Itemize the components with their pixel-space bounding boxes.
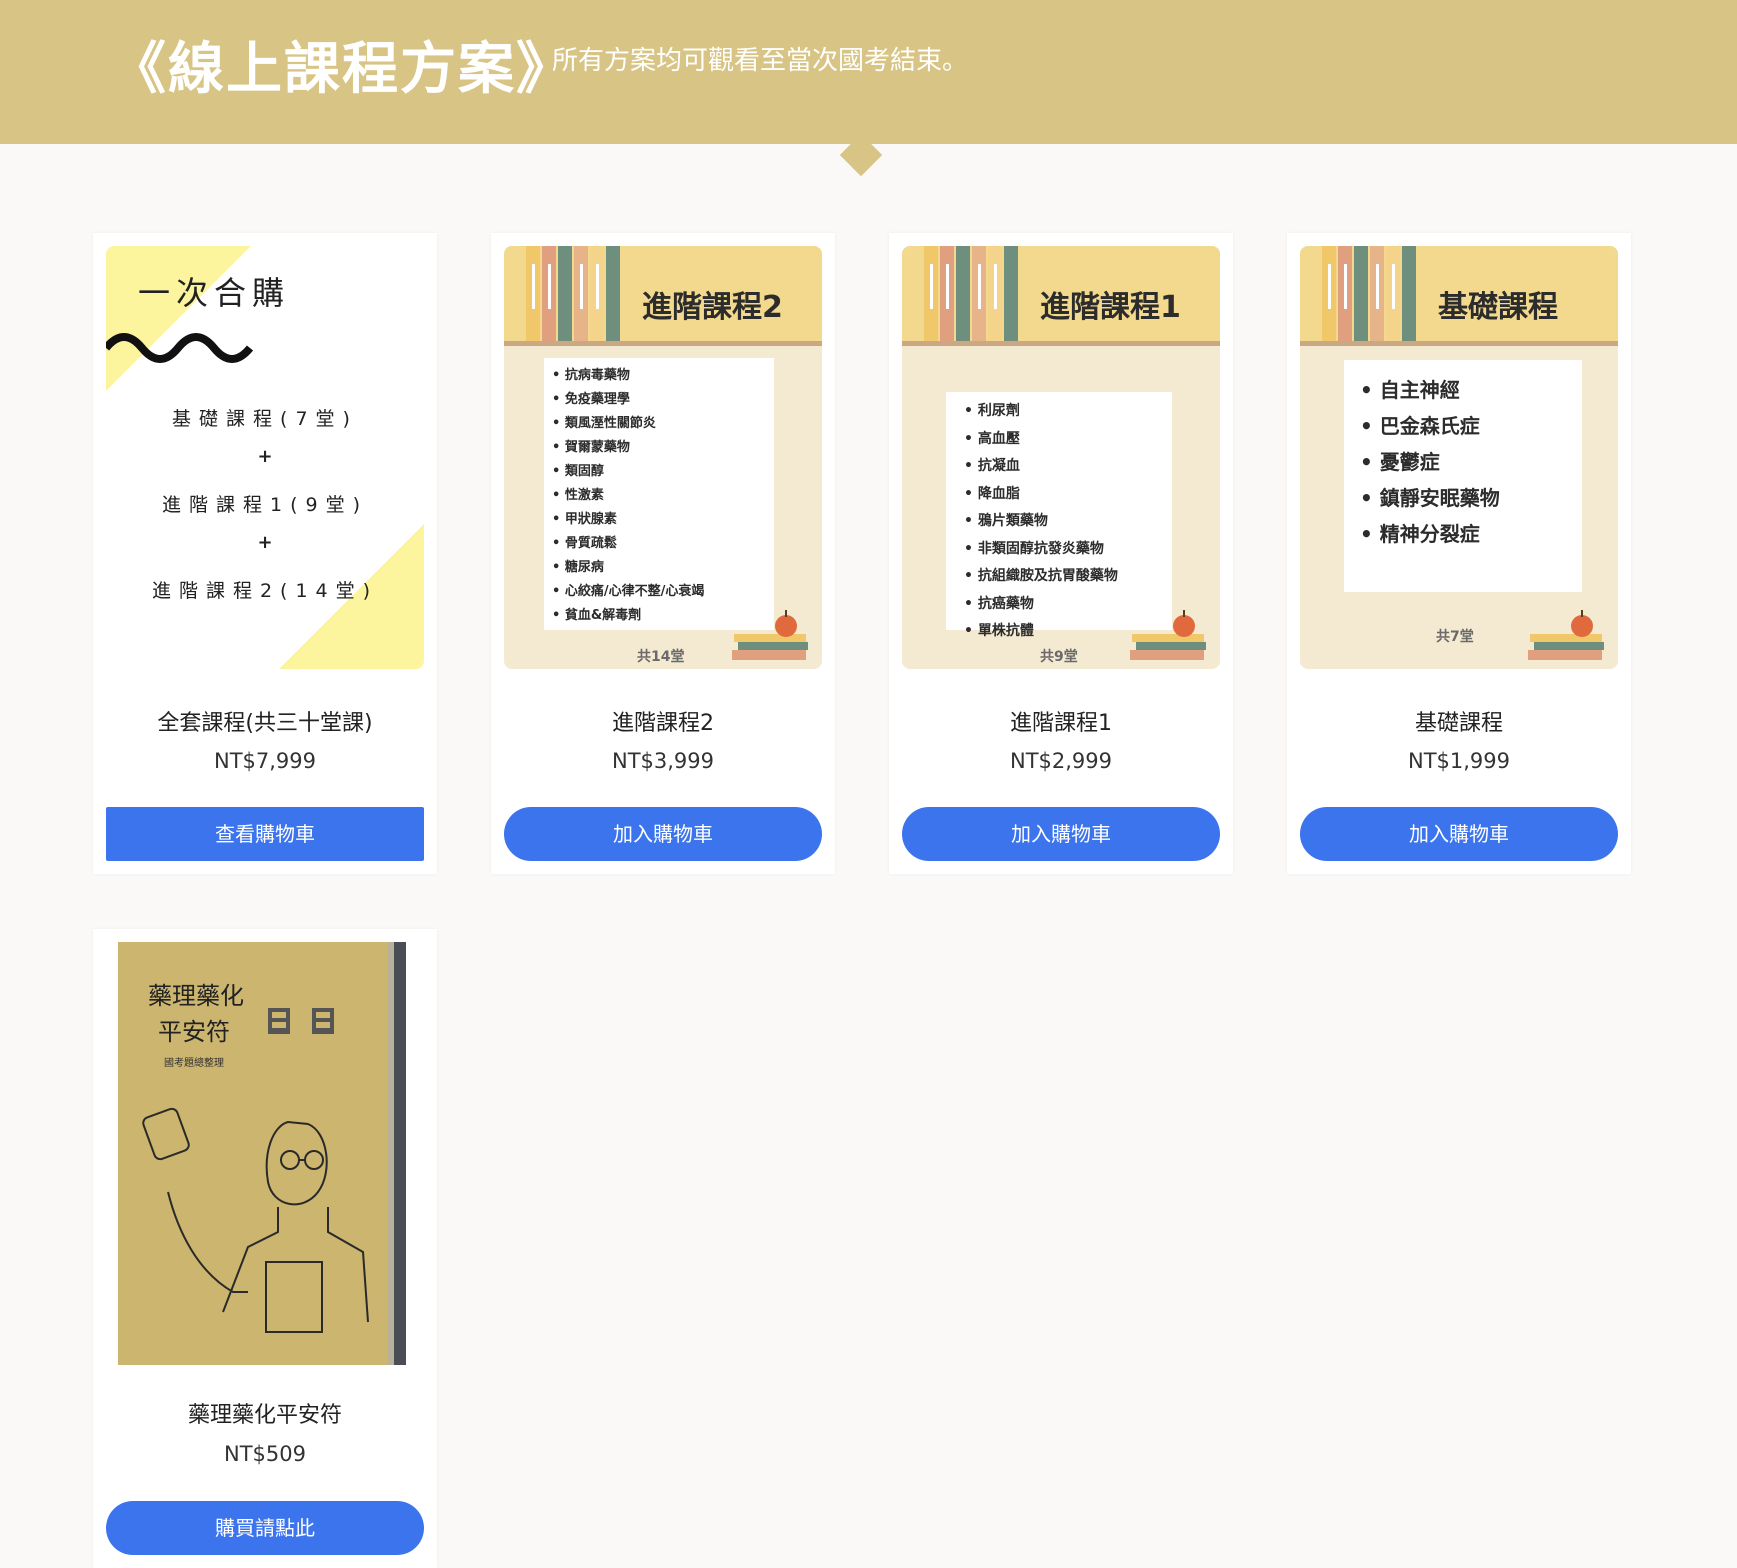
book-held-icon <box>265 1261 323 1333</box>
course-topic: • 憂鬱症 <box>1360 450 1440 474</box>
bundle-line: 進階課程1(9堂) <box>161 494 368 516</box>
course-topic: • 高血壓 <box>964 430 1020 447</box>
course-topic: • 甲狀腺素 <box>552 512 617 527</box>
product-card-advanced-2: 進階課程2 • 抗病毒藥物 • 免疫藥理學 • 類風溼性關節炎 • 賀爾蒙藥物 … <box>491 233 835 874</box>
apple-books-icon <box>1130 610 1206 660</box>
lesson-count: 共14堂 <box>637 649 685 665</box>
course-topic: • 巴金森氏症 <box>1360 414 1480 438</box>
bundle-plus: + <box>257 446 273 467</box>
shelf-rule <box>1300 341 1618 346</box>
course-topic: • 抗凝血 <box>964 458 1020 474</box>
add-to-cart-button[interactable]: 加入購物車 <box>902 807 1220 861</box>
product-price: NT$7,999 <box>213 749 317 773</box>
product-name[interactable]: 藥理藥化平安符 <box>93 1397 437 1429</box>
course-topic-list: • 抗病毒藥物 • 免疫藥理學 • 類風溼性關節炎 • 賀爾蒙藥物 • 類固醇 … <box>552 364 704 628</box>
product-image-advanced-2[interactable]: 進階課程2 • 抗病毒藥物 • 免疫藥理學 • 類風溼性關節炎 • 賀爾蒙藥物 … <box>504 246 822 669</box>
course-topic: • 糖尿病 <box>552 560 604 575</box>
course-topic: • 貧血&解毒劑 <box>552 608 642 623</box>
book-title: 藥理藥化 平安符 <box>148 978 244 1050</box>
product-price: NT$1,999 <box>1407 749 1511 773</box>
course-topic: • 自主神經 <box>1360 378 1460 402</box>
product-name[interactable]: 基礎課程 <box>1287 705 1631 737</box>
view-cart-button[interactable]: 查看購物車 <box>106 807 424 861</box>
books-shelf-icon <box>1322 246 1416 341</box>
course-topic: • 抗癌藥物 <box>964 595 1034 612</box>
book-title-line: 平安符 <box>158 1018 230 1046</box>
product-card-bundle: 一次合購 基礎課程(7堂) + 進階課程1(9堂) + 進階課程2(14堂) 全… <box>93 233 437 874</box>
course-topic: • 抗病毒藥物 <box>552 368 630 383</box>
course-topic: • 骨質疏鬆 <box>552 536 617 551</box>
product-image-book[interactable]: 藥理藥化 平安符 國考題總整理 <box>118 942 406 1365</box>
product-image-bundle[interactable]: 一次合購 基礎課程(7堂) + 進階課程1(9堂) + 進階課程2(14堂) <box>106 246 424 669</box>
apple-books-icon <box>1528 610 1604 660</box>
add-to-cart-button[interactable]: 加入購物車 <box>504 807 822 861</box>
product-card-basic: 基礎課程 • 自主神經 • 巴金森氏症 • 憂鬱症 • 鎮靜安眠藥物 • 精神分… <box>1287 233 1631 874</box>
add-to-cart-button[interactable]: 加入購物車 <box>1300 807 1618 861</box>
product-price: NT$509 <box>224 1442 306 1466</box>
course-topic: • 單株抗體 <box>964 623 1034 639</box>
amulet-icon <box>142 1107 190 1161</box>
apple-books-icon <box>732 610 808 660</box>
course-topic: • 非類固醇抗發炎藥物 <box>964 540 1104 557</box>
product-card-book: 藥理藥化 平安符 國考題總整理 藥理藥化平安符 NT$509 購買請點此 <box>93 929 437 1568</box>
page-subtitle: 所有方案均可觀看至當次國考結束。 <box>552 46 969 76</box>
lesson-count: 共7堂 <box>1436 629 1474 645</box>
bundle-heading: 一次合購 <box>138 274 291 312</box>
shelf-rule <box>504 341 822 346</box>
product-name[interactable]: 進階課程1 <box>889 705 1233 737</box>
course-topic-list: • 自主神經 • 巴金森氏症 • 憂鬱症 • 鎮靜安眠藥物 • 精神分裂症 <box>1360 372 1500 552</box>
books-shelf-icon <box>924 246 1018 341</box>
course-topic: • 鴉片類藥物 <box>964 513 1048 529</box>
poster-title: 進階課程2 <box>642 290 783 325</box>
student-illustration <box>142 1107 369 1333</box>
course-topic: • 性激素 <box>552 488 604 503</box>
course-topic: • 鎮靜安眠藥物 <box>1360 486 1500 510</box>
course-topic: • 利尿劑 <box>964 403 1020 419</box>
course-topic-list: • 利尿劑 • 高血壓 • 抗凝血 • 降血脂 • 鴉片類藥物 • 非類固醇抗發… <box>964 398 1118 646</box>
buy-button[interactable]: 購買請點此 <box>106 1501 424 1555</box>
product-price: NT$2,999 <box>1009 749 1113 773</box>
course-topic: • 類固醇 <box>552 464 604 479</box>
course-topic: • 免疫藥理學 <box>552 392 630 407</box>
poster-title: 進階課程1 <box>1040 290 1181 325</box>
shelf-rule <box>902 341 1220 346</box>
book-subtitle: 國考題總整理 <box>164 1058 224 1069</box>
page-title: 《線上課程方案》 <box>110 36 574 102</box>
course-topic: • 降血脂 <box>964 485 1020 502</box>
product-price: NT$3,999 <box>611 749 715 773</box>
product-image-advanced-1[interactable]: 進階課程1 • 利尿劑 • 高血壓 • 抗凝血 • 降血脂 • 鴉片類藥物 • … <box>902 246 1220 669</box>
poster-title: 基礎課程 <box>1438 290 1558 325</box>
qr-code-icon <box>268 1008 334 1034</box>
head <box>265 1120 328 1206</box>
course-topic: • 類風溼性關節炎 <box>552 416 656 431</box>
course-topic: • 賀爾蒙藥物 <box>552 440 630 455</box>
book-title-line: 藥理藥化 <box>148 982 244 1010</box>
product-image-basic[interactable]: 基礎課程 • 自主神經 • 巴金森氏症 • 憂鬱症 • 鎮靜安眠藥物 • 精神分… <box>1300 246 1618 669</box>
product-name[interactable]: 全套課程(共三十堂課) <box>93 705 437 737</box>
course-topic: • 精神分裂症 <box>1360 522 1480 546</box>
course-topic: • 心絞痛/心律不整/心衰竭 <box>552 584 705 599</box>
bundle-line: 基礎課程(7堂) <box>172 408 358 430</box>
bundle-plus: + <box>257 532 273 553</box>
course-topic: • 抗組織胺及抗胃酸藥物 <box>964 568 1118 584</box>
bundle-line: 進階課程2(14堂) <box>151 580 379 602</box>
lesson-count: 共9堂 <box>1040 649 1078 665</box>
product-card-advanced-1: 進階課程1 • 利尿劑 • 高血壓 • 抗凝血 • 降血脂 • 鴉片類藥物 • … <box>889 233 1233 874</box>
product-name[interactable]: 進階課程2 <box>491 705 835 737</box>
books-shelf-icon <box>526 246 620 341</box>
